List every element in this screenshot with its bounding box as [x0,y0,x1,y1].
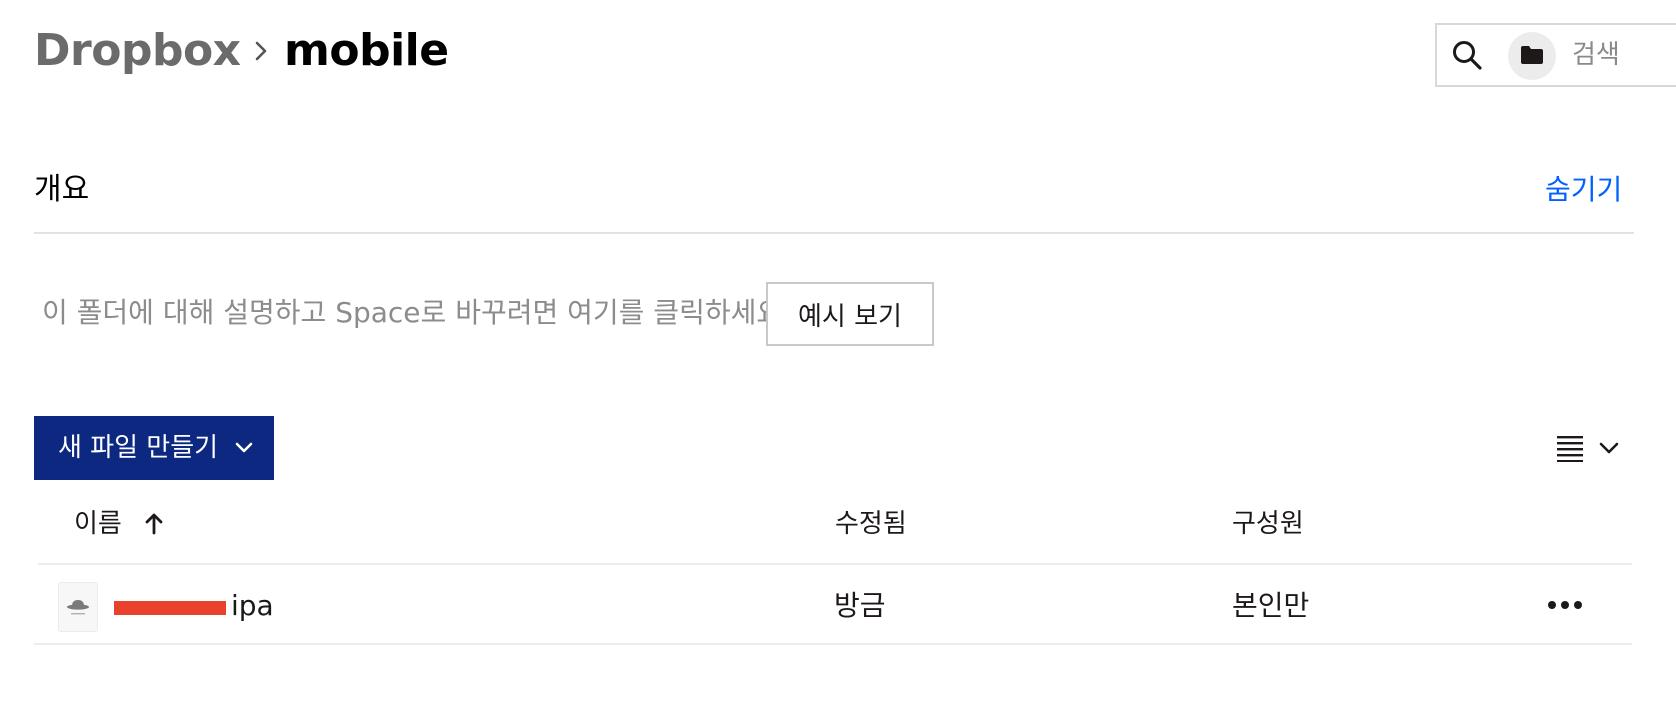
redaction-mark [114,601,226,615]
folder-icon [1521,46,1543,64]
create-new-file-button[interactable]: 새 파일 만들기 [34,416,274,480]
chevron-down-icon [1599,442,1619,454]
column-header-name[interactable]: 이름 [74,506,122,542]
arrow-up-icon[interactable] [143,512,165,536]
view-example-button[interactable]: 예시 보기 [766,282,934,346]
column-header-members[interactable]: 구성원 [1232,506,1304,542]
file-modified: 방금 [834,589,886,622]
file-members: 본인만 [1232,589,1310,622]
list-view-icon [1557,436,1583,462]
hide-overview-link[interactable]: 숨기기 [1545,170,1622,210]
more-horizontal-icon[interactable] [1545,595,1585,615]
ipa-file-icon [67,600,89,615]
page-title: mobile [284,25,449,76]
overview-divider [34,232,1634,234]
search-input[interactable]: 검색 [1572,37,1620,73]
chevron-right-icon [255,41,267,61]
table-header-divider [38,563,1632,565]
create-new-file-label: 새 파일 만들기 [58,433,219,463]
table-row-divider [34,643,1632,645]
breadcrumb-root[interactable]: Dropbox [34,22,241,80]
folder-description-prompt[interactable]: 이 폴더에 대해 설명하고 Space로 바꾸려면 여기를 클릭하세요. [42,295,791,331]
file-name-visible: ipa [231,589,274,622]
column-header-modified[interactable]: 수정됨 [835,506,907,542]
chevron-down-icon [235,442,253,453]
search-icon[interactable] [1450,38,1484,72]
overview-heading: 개요 [34,172,90,207]
